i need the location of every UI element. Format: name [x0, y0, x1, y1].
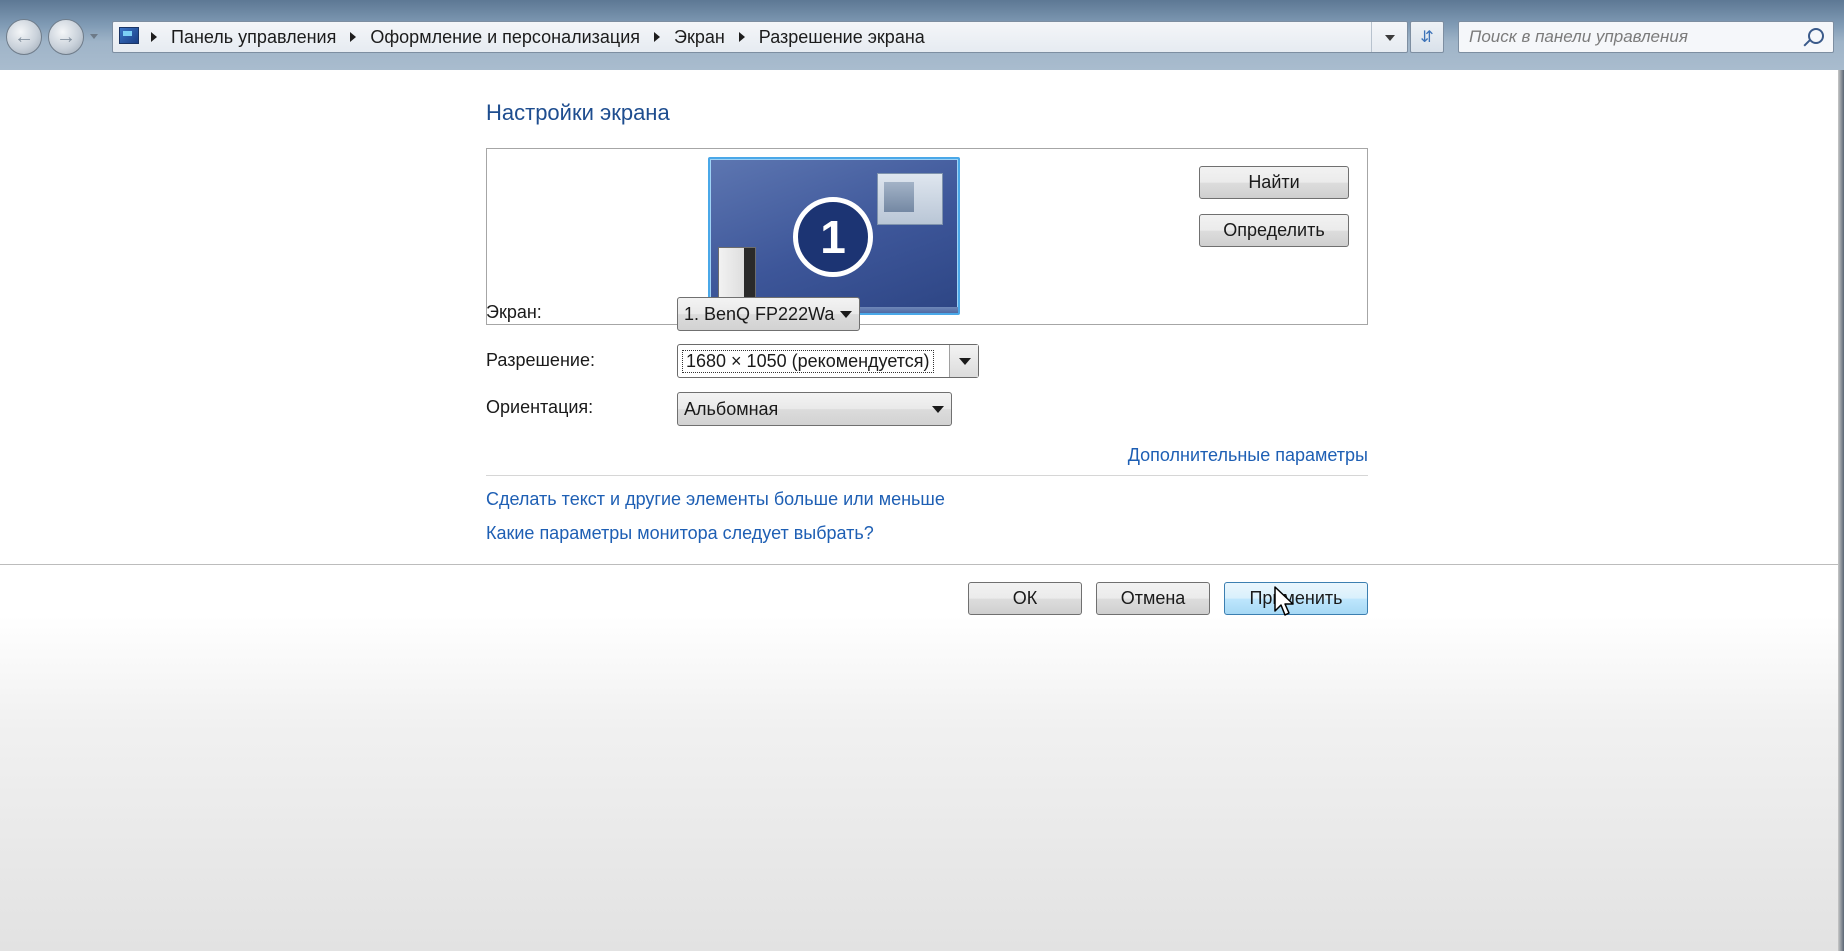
- recent-pages-dropdown[interactable]: [90, 34, 98, 39]
- breadcrumb-item-display[interactable]: Экран: [674, 27, 725, 48]
- refresh-button[interactable]: ⇵: [1410, 21, 1444, 53]
- identify-button[interactable]: Определить: [1199, 214, 1349, 247]
- refresh-icon: ⇵: [1420, 29, 1434, 46]
- breadcrumb-item-control-panel[interactable]: Панель управления: [171, 27, 336, 48]
- advanced-settings-link[interactable]: Дополнительные параметры: [1128, 445, 1368, 466]
- monitor-number-badge: 1: [793, 197, 873, 277]
- main-content: Настройки экрана 1 Найти Определить Экра…: [0, 70, 1838, 951]
- display-select[interactable]: 1. BenQ FP222Wa: [677, 297, 860, 331]
- address-bar[interactable]: Панель управления Оформление и персонали…: [112, 21, 1408, 53]
- address-history-dropdown[interactable]: [1371, 22, 1407, 52]
- divider: [486, 475, 1368, 476]
- monitor-window-graphic: [877, 173, 943, 225]
- display-label: Экран:: [486, 302, 542, 322]
- resolution-label: Разрешение:: [486, 350, 595, 370]
- apply-button[interactable]: Применить: [1224, 582, 1368, 615]
- page-title: Настройки экрана: [486, 100, 670, 125]
- text-size-link[interactable]: Сделать текст и другие элементы больше и…: [486, 489, 945, 510]
- orientation-select[interactable]: Альбомная: [677, 392, 952, 426]
- ok-button[interactable]: ОК: [968, 582, 1082, 615]
- monitor-gadget-graphic: [718, 247, 756, 301]
- control-panel-icon: [119, 27, 139, 44]
- chevron-down-icon: [949, 345, 978, 377]
- forward-arrow-icon: →: [56, 26, 76, 48]
- window-edge: [1838, 70, 1844, 951]
- display-select-value: 1. BenQ FP222Wa: [684, 304, 835, 324]
- monitor-help-link[interactable]: Какие параметры монитора следует выбрать…: [486, 523, 874, 544]
- forward-button[interactable]: →: [48, 19, 84, 55]
- orientation-select-value: Альбомная: [684, 399, 779, 419]
- breadcrumb-item-screen-resolution[interactable]: Разрешение экрана: [759, 27, 925, 48]
- breadcrumb-item-appearance[interactable]: Оформление и персонализация: [370, 27, 640, 48]
- window-titlebar: ← → Панель управления Оформление и персо…: [0, 0, 1844, 70]
- footer-divider: [0, 564, 1838, 565]
- search-icon[interactable]: [1808, 28, 1824, 44]
- back-button[interactable]: ←: [6, 19, 42, 55]
- resolution-select[interactable]: 1680 × 1050 (рекомендуется): [677, 344, 979, 378]
- breadcrumb-chevron-icon[interactable]: [654, 32, 661, 42]
- find-button[interactable]: Найти: [1199, 166, 1349, 199]
- breadcrumb-chevron-icon[interactable]: [151, 32, 157, 42]
- cancel-button[interactable]: Отмена: [1096, 582, 1210, 615]
- back-arrow-icon: ←: [14, 26, 34, 48]
- monitor-1-thumbnail[interactable]: 1: [708, 157, 960, 315]
- search-box: [1458, 21, 1834, 53]
- breadcrumb-chevron-icon[interactable]: [738, 32, 745, 42]
- chevron-down-icon: [923, 393, 951, 425]
- resolution-select-value: 1680 × 1050 (рекомендуется): [682, 350, 934, 373]
- mouse-cursor-icon: [1274, 586, 1294, 616]
- chevron-down-icon: [831, 298, 859, 330]
- orientation-label: Ориентация:: [486, 397, 594, 417]
- search-input[interactable]: [1459, 22, 1809, 52]
- breadcrumb: Панель управления Оформление и персонали…: [151, 22, 925, 52]
- breadcrumb-chevron-icon[interactable]: [350, 32, 357, 42]
